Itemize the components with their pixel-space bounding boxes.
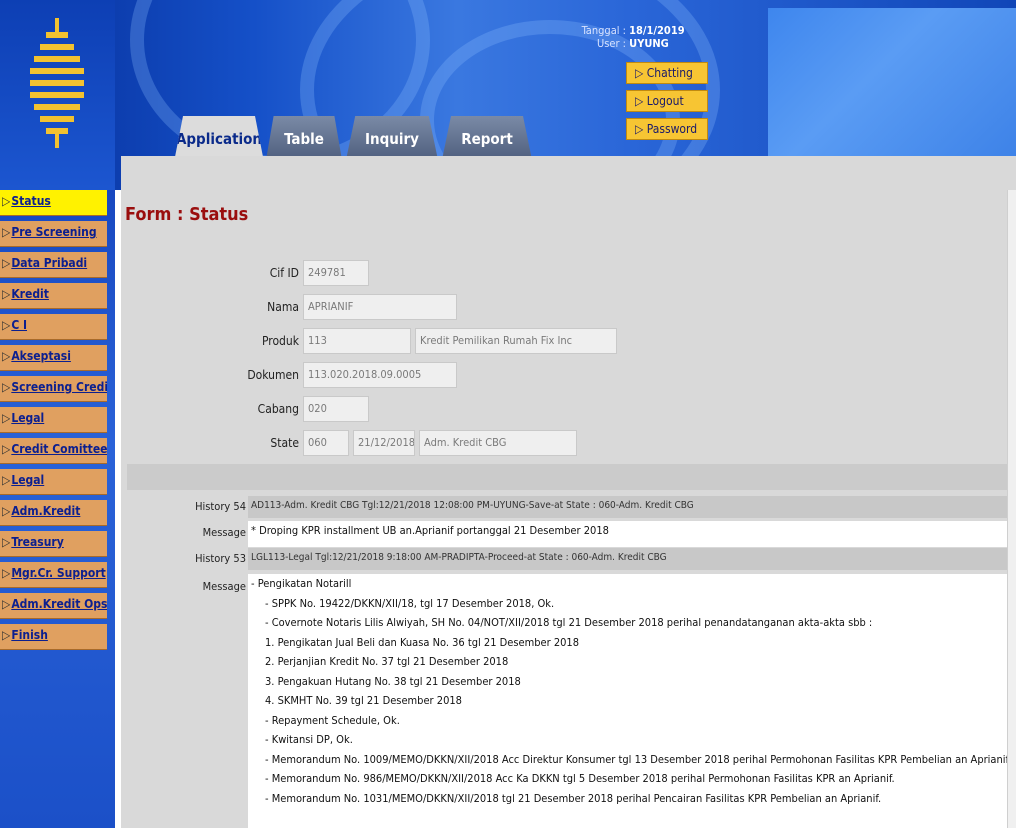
produk-name-field[interactable]: Kredit Pemilikan Rumah Fix Inc xyxy=(415,328,617,354)
message-label: Message xyxy=(202,580,246,593)
state-label: State xyxy=(270,436,299,450)
history-entry: LGL113-Legal Tgl:12/21/2018 9:18:00 AM-P… xyxy=(248,548,1016,570)
dokumen-label: Dokumen xyxy=(247,368,299,382)
triangle-right-icon: ▷ xyxy=(2,349,11,363)
section-divider xyxy=(127,464,1016,490)
message-line: - Repayment Schedule, Ok. xyxy=(265,713,400,727)
history-label: History 53 xyxy=(195,552,246,565)
triangle-right-icon: ▷ xyxy=(2,256,11,270)
message-box: * Droping KPR installment UB an.Aprianif… xyxy=(248,521,1016,547)
sidebar-item-legal-2[interactable]: ▷Legal xyxy=(0,469,107,495)
message-line: - Memorandum No. 1031/MEMO/DKKN/XII/2018… xyxy=(265,791,882,805)
sidebar-item-pre-screening[interactable]: ▷Pre Screening xyxy=(0,221,107,247)
sidebar-item-mgr-cr-support[interactable]: ▷Mgr.Cr. Support xyxy=(0,562,107,588)
produk-code-field[interactable]: 113 xyxy=(303,328,411,354)
sidebar-item-ci[interactable]: ▷C I xyxy=(0,314,107,340)
sidebar-item-treasury[interactable]: ▷Treasury xyxy=(0,531,107,557)
triangle-right-icon: ▷ xyxy=(2,380,11,394)
left-sidebar: ▷Status ▷Pre Screening ▷Data Pribadi ▷Kr… xyxy=(0,190,115,828)
chatting-button[interactable]: ▷ Chatting xyxy=(626,62,708,84)
sidebar-item-credit-comittee[interactable]: ▷Credit Comittee xyxy=(0,438,107,464)
message-box: - Pengikatan Notarill - SPPK No. 19422/D… xyxy=(248,574,1016,828)
message-line: - Pengikatan Notarill xyxy=(251,577,352,590)
sidebar-item-adm-kredit-ops[interactable]: ▷Adm.Kredit Ops xyxy=(0,593,107,619)
sidebar-item-adm-kredit[interactable]: ▷Adm.Kredit xyxy=(0,500,107,526)
produk-label: Produk xyxy=(261,334,299,348)
history-entry: AD113-Adm. Kredit CBG Tgl:12/21/2018 12:… xyxy=(248,496,1016,518)
message-label: Message xyxy=(202,526,246,539)
cabang-label: Cabang xyxy=(257,402,299,416)
cabang-field[interactable]: 020 xyxy=(303,396,369,422)
sidebar-item-legal[interactable]: ▷Legal xyxy=(0,407,107,433)
triangle-right-icon: ▷ xyxy=(2,628,11,642)
nama-field[interactable]: APRIANIF xyxy=(303,294,457,320)
user-value: UYUNG xyxy=(629,37,669,50)
page-title: Form : Status xyxy=(125,204,249,225)
tab-table[interactable]: Table xyxy=(266,116,342,160)
date-label: Tanggal : xyxy=(581,24,626,37)
message-line: 4. SKMHT No. 39 tgl 21 Desember 2018 xyxy=(265,694,462,707)
message-line: 3. Pengakuan Hutang No. 38 tgl 21 Desemb… xyxy=(265,674,521,688)
logout-button[interactable]: ▷ Logout xyxy=(626,90,708,112)
dokumen-field[interactable]: 113.020.2018.09.0005 xyxy=(303,362,457,388)
cif-id-field[interactable]: 249781 xyxy=(303,260,369,286)
triangle-right-icon: ▷ xyxy=(2,597,11,611)
sidebar-item-screening-credit[interactable]: ▷Screening Credit xyxy=(0,376,107,402)
cif-id-label: Cif ID xyxy=(269,266,299,280)
message-line: - Memorandum No. 986/MEMO/DKKN/XII/2018 … xyxy=(265,772,895,785)
message-line: - Covernote Notaris Lilis Alwiyah, SH No… xyxy=(265,616,873,629)
message-line: - Memorandum No. 1009/MEMO/DKKN/XII/2018… xyxy=(265,752,1012,766)
message-line: - Kwitansi DP, Ok. xyxy=(265,733,353,746)
state-code-field[interactable]: 060 xyxy=(303,430,349,456)
user-label: User : xyxy=(596,37,626,50)
message-line: 1. Pengikatan Jual Beli dan Kuasa No. 36… xyxy=(265,635,580,649)
sidebar-item-data-pribadi[interactable]: ▷Data Pribadi xyxy=(0,252,107,278)
sidebar-item-akseptasi[interactable]: ▷Akseptasi xyxy=(0,345,107,371)
state-name-field[interactable]: Adm. Kredit CBG xyxy=(419,430,577,456)
triangle-right-icon: ▷ xyxy=(2,411,11,425)
message-line: - SPPK No. 19422/DKKN/XII/18, tgl 17 Des… xyxy=(265,596,555,610)
vertical-scrollbar[interactable] xyxy=(1007,190,1016,828)
password-button[interactable]: ▷ Password xyxy=(626,118,708,140)
triangle-right-icon: ▷ xyxy=(2,318,11,332)
tab-inquiry[interactable]: Inquiry xyxy=(346,116,438,160)
user-info: Tanggal : 18/1/2019 User : UYUNG xyxy=(566,24,685,50)
message-line: * Droping KPR installment UB an.Aprianif… xyxy=(251,524,609,537)
date-value: 18/1/2019 xyxy=(629,24,685,37)
triangle-right-icon: ▷ xyxy=(2,566,11,580)
message-line: 2. Perjanjian Kredit No. 37 tgl 21 Desem… xyxy=(265,655,509,668)
triangle-right-icon: ▷ xyxy=(2,225,11,239)
triangle-right-icon: ▷ xyxy=(2,194,11,208)
bank-logo-icon xyxy=(30,18,84,148)
triangle-right-icon: ▷ xyxy=(2,504,11,518)
sidebar-item-status[interactable]: ▷Status xyxy=(0,190,107,216)
state-date-field[interactable]: 21/12/2018 xyxy=(353,430,415,456)
sidebar-item-kredit[interactable]: ▷Kredit xyxy=(0,283,107,309)
triangle-right-icon: ▷ xyxy=(2,535,11,549)
nama-label: Nama xyxy=(267,300,299,314)
sidebar-item-finish[interactable]: ▷Finish xyxy=(0,624,107,650)
triangle-right-icon: ▷ xyxy=(2,442,11,456)
triangle-right-icon: ▷ xyxy=(2,473,11,487)
triangle-right-icon: ▷ xyxy=(2,287,11,301)
tab-report[interactable]: Report xyxy=(442,116,532,160)
main-content: Form : Status Cif ID 249781 Nama APRIANI… xyxy=(121,156,1016,828)
history-label: History 54 xyxy=(195,500,246,513)
logo-column xyxy=(0,0,115,190)
